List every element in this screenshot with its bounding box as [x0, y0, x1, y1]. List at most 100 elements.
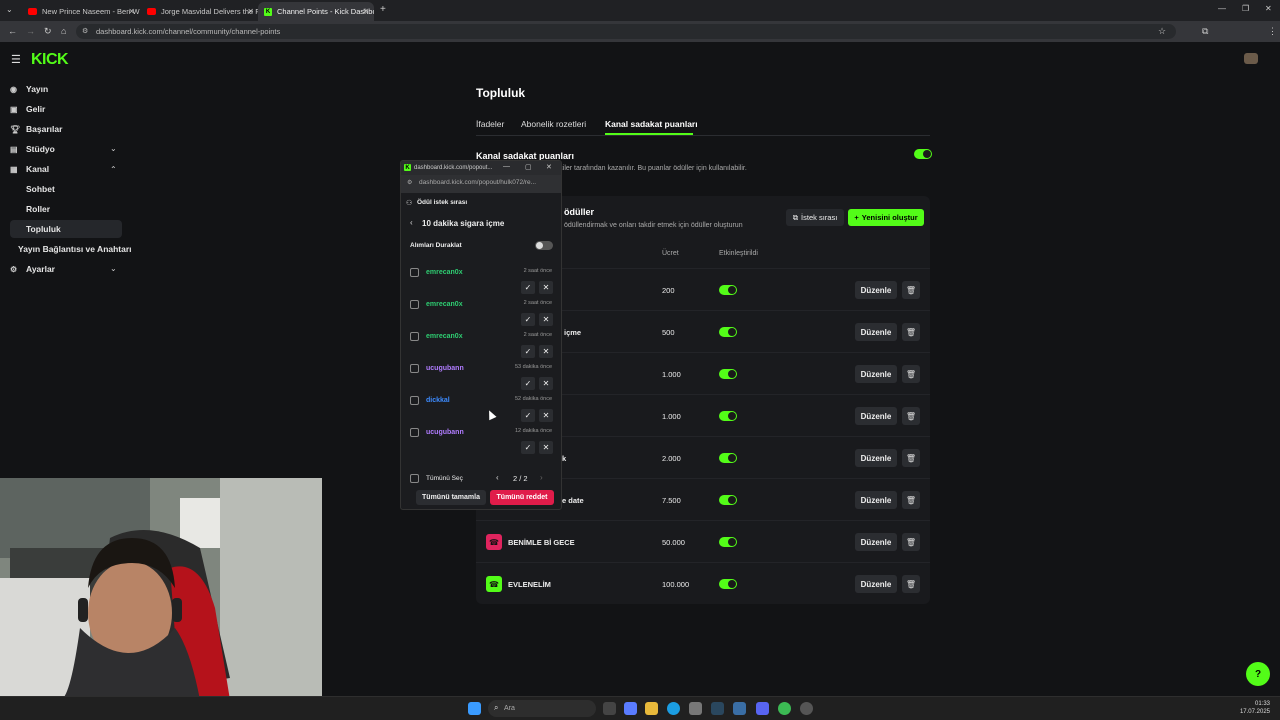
close-window-icon[interactable]: ✕: [1265, 4, 1272, 13]
trash-icon[interactable]: 🗑︎: [902, 575, 920, 593]
sidebar-item-ayarlar[interactable]: ⚙ Ayarlar: [10, 264, 55, 274]
reject-x-icon[interactable]: ✕: [539, 409, 553, 422]
restore-icon[interactable]: ❐: [1242, 4, 1249, 13]
extensions-icon[interactable]: ⧉: [1202, 26, 1208, 37]
chevron-down-icon[interactable]: ⌄: [110, 144, 117, 153]
sidebar-item-topluluk[interactable]: Topluluk: [26, 224, 61, 234]
edit-button[interactable]: Düzenle: [855, 281, 897, 299]
browser-tab-2[interactable]: Jorge Masvidal Delivers the Fa ✕: [141, 2, 259, 21]
tab-channel-points[interactable]: Kanal sadakat puanları: [605, 119, 698, 129]
trash-icon[interactable]: 🗑︎: [902, 533, 920, 551]
chevron-down-icon[interactable]: ⌄: [110, 264, 117, 273]
windows-start-icon[interactable]: [468, 702, 481, 715]
reject-x-icon[interactable]: ✕: [539, 345, 553, 358]
trash-icon[interactable]: 🗑︎: [902, 281, 920, 299]
edge-icon[interactable]: [667, 702, 680, 715]
reject-x-icon[interactable]: ✕: [539, 313, 553, 326]
new-tab-button[interactable]: +: [380, 4, 386, 15]
avatar[interactable]: [1244, 53, 1258, 64]
minimize-icon[interactable]: —: [503, 163, 510, 170]
close-icon[interactable]: ✕: [128, 7, 135, 16]
reward-enabled-toggle[interactable]: [719, 285, 737, 295]
trash-icon[interactable]: 🗑︎: [902, 407, 920, 425]
approve-check-icon[interactable]: ✓: [521, 281, 535, 294]
system-clock[interactable]: 01:33 17.07.2025: [1240, 700, 1270, 716]
reject-all-button[interactable]: Tümünü reddet: [490, 490, 554, 505]
request-checkbox[interactable]: [410, 332, 419, 341]
sidebar-item-sohbet[interactable]: Sohbet: [26, 184, 55, 194]
app-icon[interactable]: [733, 702, 746, 715]
bookmark-star-icon[interactable]: ☆: [1158, 26, 1166, 37]
approve-check-icon[interactable]: ✓: [521, 345, 535, 358]
request-checkbox[interactable]: [410, 300, 419, 309]
kick-logo[interactable]: KICK: [31, 51, 69, 69]
browser-tab-1[interactable]: New Prince Naseem - Ben Whit ✕: [22, 2, 140, 21]
sidebar-item-kanal[interactable]: ▦ Kanal: [10, 164, 49, 174]
edit-button[interactable]: Düzenle: [855, 407, 897, 425]
edit-button[interactable]: Düzenle: [855, 533, 897, 551]
tab-sub-badges[interactable]: Abonelik rozetleri: [521, 119, 586, 129]
home-icon[interactable]: ⌂: [61, 26, 66, 36]
copilot-icon[interactable]: [624, 702, 637, 715]
request-checkbox[interactable]: [410, 268, 419, 277]
reject-x-icon[interactable]: ✕: [539, 441, 553, 454]
forward-icon[interactable]: →: [26, 26, 35, 36]
sidebar-item-stream-key[interactable]: Yayın Bağlantısı ve Anahtarı: [18, 244, 132, 254]
reward-enabled-toggle[interactable]: [719, 579, 737, 589]
edit-button[interactable]: Düzenle: [855, 491, 897, 509]
minimize-icon[interactable]: —: [1218, 4, 1226, 13]
edit-button[interactable]: Düzenle: [855, 575, 897, 593]
approve-check-icon[interactable]: ✓: [521, 409, 535, 422]
taskbar-search[interactable]: ⌕ Ara: [488, 700, 596, 717]
select-all-checkbox[interactable]: [410, 474, 419, 483]
pause-redemptions-toggle[interactable]: [535, 241, 553, 250]
discord-icon[interactable]: [756, 702, 769, 715]
trash-icon[interactable]: 🗑︎: [902, 449, 920, 467]
reject-x-icon[interactable]: ✕: [539, 377, 553, 390]
file-explorer-icon[interactable]: [645, 702, 658, 715]
sidebar-item-gelir[interactable]: ▣ Gelir: [10, 104, 45, 114]
edit-button[interactable]: Düzenle: [855, 365, 897, 383]
request-checkbox[interactable]: [410, 428, 419, 437]
close-icon[interactable]: ✕: [546, 163, 552, 171]
trash-icon[interactable]: 🗑︎: [902, 491, 920, 509]
obs-icon[interactable]: [800, 702, 813, 715]
steam-icon[interactable]: [711, 702, 724, 715]
reward-enabled-toggle[interactable]: [719, 369, 737, 379]
sidebar-item-studyo[interactable]: ▤ Stüdyo: [10, 144, 55, 154]
sidebar-item-basarilar[interactable]: 🏆︎ Başarılar: [10, 124, 62, 134]
approve-check-icon[interactable]: ✓: [521, 313, 535, 326]
request-checkbox[interactable]: [410, 364, 419, 373]
store-icon[interactable]: [689, 702, 702, 715]
request-checkbox[interactable]: [410, 396, 419, 405]
back-icon[interactable]: ←: [8, 26, 17, 36]
back-icon[interactable]: ‹: [410, 218, 413, 227]
edit-button[interactable]: Düzenle: [855, 449, 897, 467]
create-reward-button[interactable]: + Yenisini oluştur: [848, 209, 924, 226]
trash-icon[interactable]: 🗑︎: [902, 365, 920, 383]
sidebar-item-yayin[interactable]: ◉ Yayın: [10, 84, 48, 94]
trash-icon[interactable]: 🗑︎: [902, 323, 920, 341]
menu-dots-icon[interactable]: ⋮: [1268, 26, 1277, 37]
help-chat-icon[interactable]: ?: [1246, 662, 1270, 686]
menu-icon[interactable]: ☰: [11, 53, 21, 66]
approve-check-icon[interactable]: ✓: [521, 441, 535, 454]
sidebar-item-roller[interactable]: Roller: [26, 204, 50, 214]
reward-enabled-toggle[interactable]: [719, 453, 737, 463]
tab-list-icon[interactable]: ⌄: [6, 5, 13, 14]
site-info-icon[interactable]: ⚙: [82, 27, 88, 35]
prev-page-icon[interactable]: ‹: [496, 473, 499, 482]
approve-check-icon[interactable]: ✓: [521, 377, 535, 390]
reward-enabled-toggle[interactable]: [719, 495, 737, 505]
reward-enabled-toggle[interactable]: [719, 411, 737, 421]
approve-all-button[interactable]: Tümünü tamamla: [416, 490, 486, 505]
reject-x-icon[interactable]: ✕: [539, 281, 553, 294]
task-view-icon[interactable]: [603, 702, 616, 715]
close-icon[interactable]: ✕: [247, 7, 254, 16]
request-queue-button[interactable]: ⧉ İstek sırası: [786, 209, 844, 226]
chrome-icon[interactable]: [778, 702, 791, 715]
tab-emotes[interactable]: İfadeler: [476, 119, 504, 129]
restore-icon[interactable]: ▢: [525, 163, 532, 171]
next-page-icon[interactable]: ›: [540, 473, 543, 482]
site-info-icon[interactable]: ⚙: [407, 179, 412, 186]
